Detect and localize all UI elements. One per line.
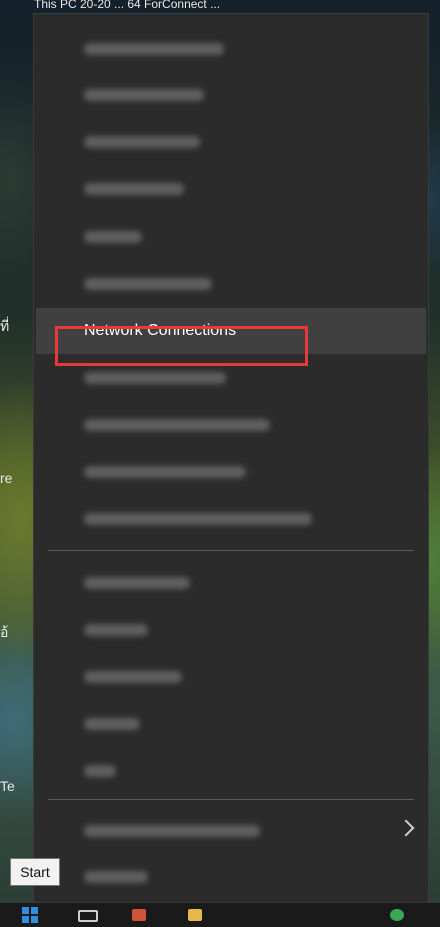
blurred-label (84, 718, 140, 730)
background-edge-label: อ้ (0, 624, 9, 640)
chevron-right-icon (397, 819, 415, 837)
blurred-label (84, 231, 142, 243)
blurred-label (84, 624, 148, 636)
menu-item-event-viewer[interactable] (36, 166, 426, 212)
menu-item-system[interactable] (36, 214, 426, 260)
menu-item-disk-management[interactable] (36, 355, 426, 401)
blurred-label (84, 825, 260, 837)
menu-divider (48, 799, 414, 800)
chrome-icon[interactable] (390, 909, 404, 921)
blurred-label (84, 419, 270, 431)
folder-icon[interactable] (188, 909, 202, 921)
blurred-label (84, 871, 148, 883)
blurred-label (84, 89, 204, 101)
menu-item-desktop[interactable] (36, 854, 426, 900)
windows-logo-icon[interactable] (22, 907, 38, 923)
menu-item-power-options[interactable] (36, 119, 426, 165)
menu-item-windows-powershell-admin[interactable] (36, 496, 426, 542)
power-user-menu: Network Connections (33, 13, 429, 903)
task-view-icon[interactable] (78, 910, 98, 922)
menu-item-run[interactable] (36, 748, 426, 794)
blurred-label (84, 671, 182, 683)
menu-item-search[interactable] (36, 701, 426, 747)
background-edge-label: Te (0, 778, 15, 794)
menu-item-task-manager[interactable] (36, 560, 426, 606)
blurred-label (84, 577, 190, 589)
menu-item-file-explorer[interactable] (36, 654, 426, 700)
menu-item-mobility-center[interactable] (36, 72, 426, 118)
background-edge-label: ที่ (0, 318, 10, 334)
menu-item-windows-powershell[interactable] (36, 449, 426, 495)
blurred-label (84, 466, 246, 478)
menu-divider (48, 550, 414, 551)
menu-item-shut-down[interactable] (36, 808, 426, 854)
menu-item-computer-management[interactable] (36, 402, 426, 448)
blurred-label (84, 765, 116, 777)
blurred-label (84, 278, 212, 290)
menu-item-apps-features[interactable] (36, 26, 426, 72)
blurred-label (84, 43, 224, 55)
background-edge-label: re (0, 470, 13, 486)
menu-item-settings[interactable] (36, 607, 426, 653)
start-tooltip: Start (10, 858, 60, 886)
blurred-label (84, 372, 226, 384)
background-title-text: This PC 20-20 ... 64 ForConnect ... (34, 0, 221, 11)
menu-item-device-manager[interactable] (36, 261, 426, 307)
taskbar (0, 903, 440, 927)
blurred-label (84, 136, 200, 148)
blurred-label (84, 183, 184, 195)
app-icon[interactable] (132, 909, 146, 921)
blurred-label (84, 513, 312, 525)
